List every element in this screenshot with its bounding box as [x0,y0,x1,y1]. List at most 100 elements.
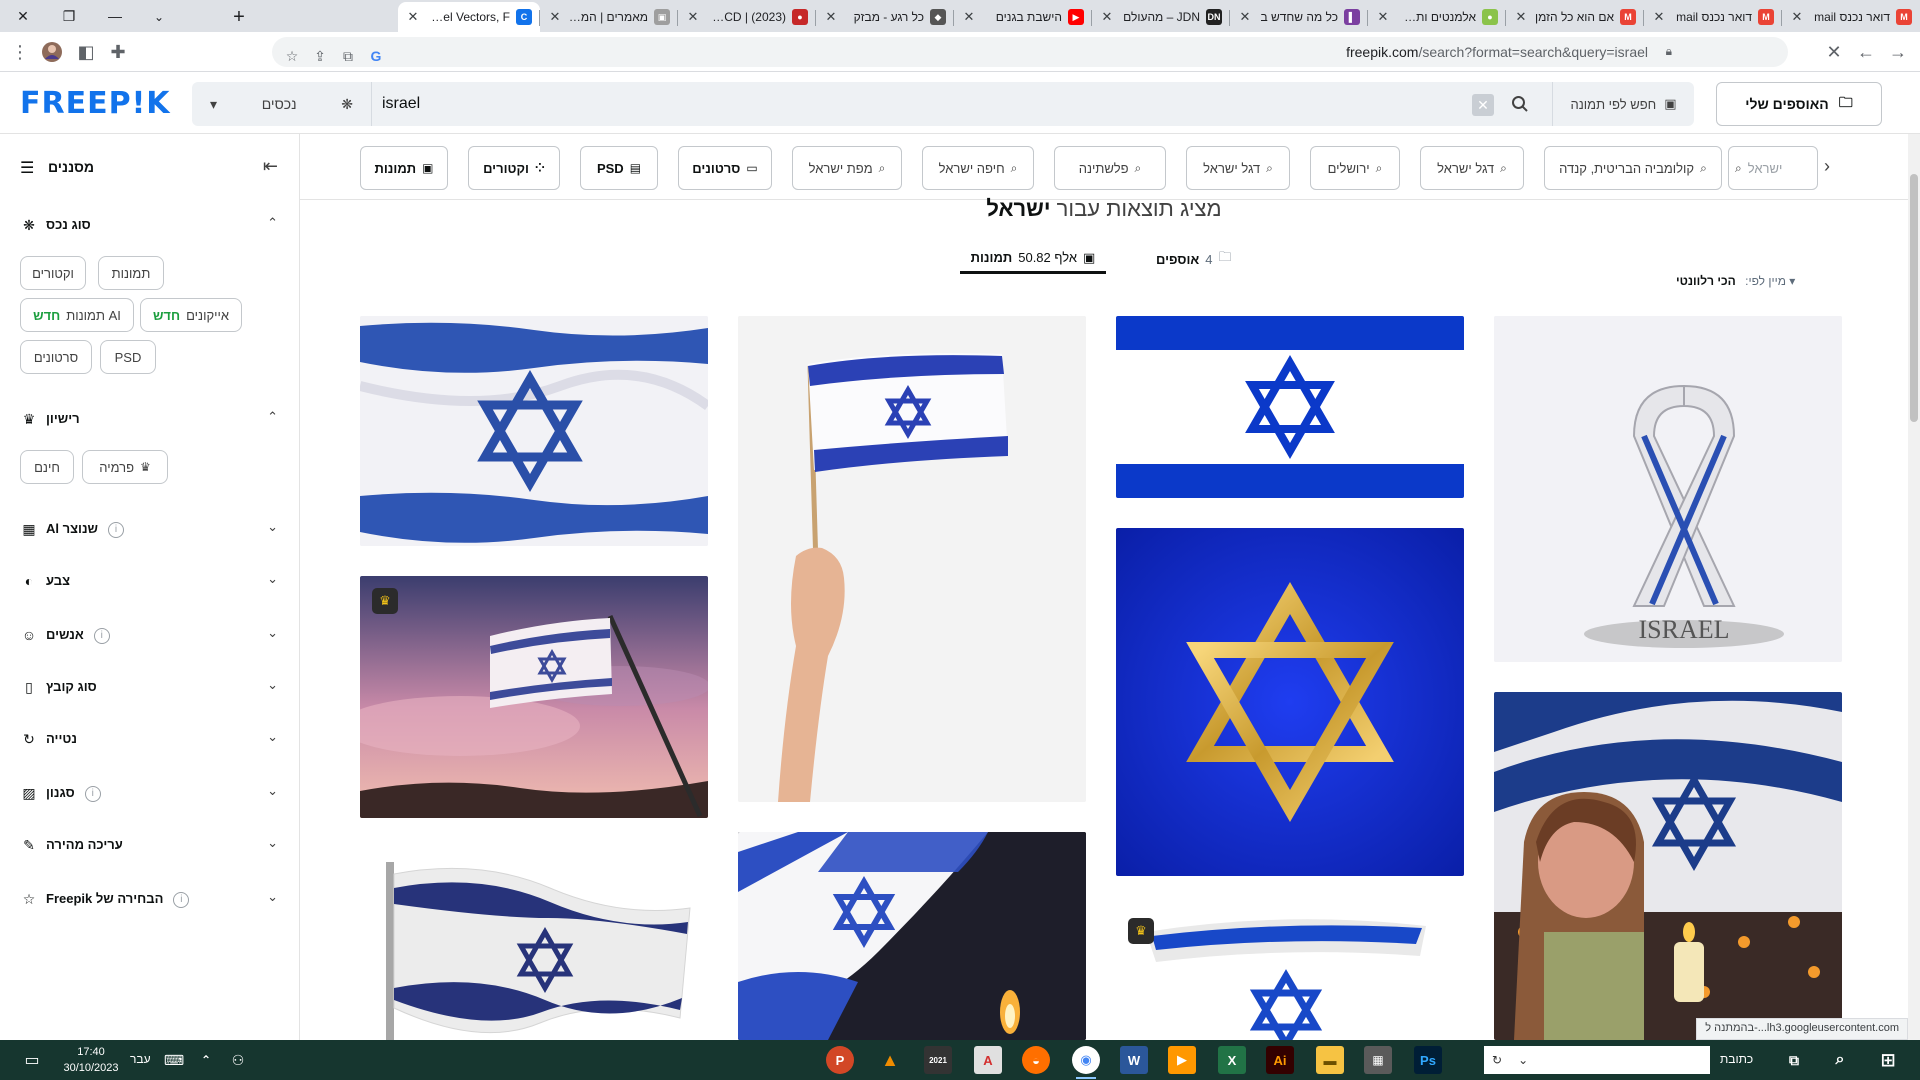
close-icon[interactable]: ✕ [1376,9,1390,25]
result-image-brush-flag[interactable]: ♛ [1116,906,1464,1040]
tag-related[interactable]: פלשתינה ⌕ [1054,146,1166,190]
tag-related[interactable]: ירושלים ⌕ [1310,146,1400,190]
share-icon[interactable]: ⇪ [310,46,330,66]
omnibox[interactable]: ☆ ⇪ ⧉ G freepik.com/search?format=search… [272,37,1788,67]
app-swirl-icon[interactable]: ◒ [1022,1046,1050,1074]
close-icon[interactable]: ✕ [1514,9,1528,25]
section-license[interactable]: ♛ רישיון ⌃ [20,406,278,432]
chip-premium[interactable]: פרמיה ♛ [82,450,168,484]
result-image-gold-star[interactable] [1116,528,1464,876]
browser-tab[interactable]: DN JDN – מהעולם ✕ [1092,2,1230,32]
new-tab-plus-icon[interactable]: + [226,4,252,30]
close-icon[interactable]: ✕ [1100,9,1114,25]
section-asset-type[interactable]: ❋ סוג נכס ⌃ [20,212,278,238]
result-image-flat-flag[interactable] [1116,316,1464,498]
keyboard-icon[interactable]: ⌨ [160,1046,188,1074]
browser-tab[interactable]: ▌ כל מה שחדש ב ✕ [1230,2,1368,32]
tag-related[interactable]: חיפה ישראל ⌕ [922,146,1034,190]
section-color[interactable]: ◐ צבע ⌄ [20,568,278,594]
result-image-waving-flag[interactable] [360,316,708,546]
input-language[interactable]: עבר [130,1052,151,1066]
info-icon[interactable]: i [108,521,125,538]
chip-photos[interactable]: תמונות [98,256,164,290]
my-collections-button[interactable]: האוספים שלי 🗀 [1716,82,1882,126]
browser-tab[interactable]: ◆ כל רגע - מבזק ✕ [816,2,954,32]
clear-search-icon[interactable]: ✕ [1472,94,1494,116]
tag-photos[interactable]: תמונות ▣ [360,146,448,190]
browser-tab[interactable]: M דואר נכנס mail ✕ [1644,2,1782,32]
section-file-type[interactable]: ▯ סוג קובץ ⌄ [20,674,278,700]
info-icon[interactable]: i [173,891,190,908]
install-app-icon[interactable]: ⧉ [338,46,358,66]
result-image-ribbon[interactable]: ISRAEL [1494,316,1842,662]
tag-videos[interactable]: סרטונים ▭ [678,146,772,190]
excel-icon[interactable]: X [1218,1046,1246,1074]
search-icon[interactable] [1508,92,1532,116]
people-icon[interactable]: ⚇ [224,1046,252,1074]
lock-icon[interactable]: 🔒︎ [1666,44,1672,59]
result-image-hand-holding-flag[interactable] [738,316,1086,802]
restore-window-icon[interactable]: ❐ [46,0,92,32]
result-image-flag-candle[interactable] [738,832,1086,1040]
bookmark-star-icon[interactable]: ☆ [282,46,302,66]
sidebar-toggle-icon[interactable]: ◧ [74,40,98,64]
calculator-icon[interactable]: ▦ [1364,1046,1392,1074]
powerpoint-icon[interactable]: P [826,1046,854,1074]
task-view-icon[interactable]: ⧉ [1780,1046,1808,1074]
close-icon[interactable]: ✕ [406,9,420,25]
tag-vectors[interactable]: וקטורים ⁘ [468,146,560,190]
browser-tab[interactable]: M דואר נכנס mail ✕ [1782,2,1920,32]
acrobat-icon[interactable]: A [974,1046,1002,1074]
taskbar-clock[interactable]: 17:40 30/10/2023 [56,1044,126,1076]
browser-tab[interactable]: M אם הוא כל הזמן ✕ [1506,2,1644,32]
close-icon[interactable]: ✕ [1652,9,1666,25]
search-input[interactable] [382,82,1382,126]
search-by-image-button[interactable]: חפש לפי תמונה ▣ [1552,82,1694,126]
menu-dots-icon[interactable]: ⋮ [8,40,32,64]
start-windows-icon[interactable]: ⊞ [1874,1046,1902,1074]
tab-collections[interactable]: אוספים 4 🗀 [1156,244,1232,274]
chip-vectors[interactable]: וקטורים [20,256,86,290]
notifications-icon[interactable]: ▭ [18,1046,46,1074]
close-icon[interactable]: ✕ [1238,9,1252,25]
close-icon[interactable]: ✕ [824,9,838,25]
tag-related[interactable]: ⌕ ישראל [1728,146,1818,190]
chip-videos[interactable]: סרטונים [20,340,92,374]
tab-photos[interactable]: תמונות 50.82 אלף ▣ [960,244,1106,274]
forward-arrow-icon[interactable]: → [1886,40,1910,64]
browser-tab-active[interactable]: C Israel Vectors, F ✕ [398,2,540,32]
result-image-illustration[interactable] [1494,692,1842,1040]
section-quick-edit[interactable]: ✎ עריכה מהירה ⌄ [20,832,278,858]
profile-avatar-icon[interactable] [40,40,64,64]
tag-related[interactable]: דגל ישראל ⌕ [1420,146,1524,190]
browser-tab[interactable]: ▶ הישבת בגנים ✕ [954,2,1092,32]
file-explorer-icon[interactable]: ▬ [1316,1046,1344,1074]
close-icon[interactable]: ✕ [962,9,976,25]
section-orientation[interactable]: ↻ נטייה ⌄ [20,726,278,752]
photoshop-icon[interactable]: Ps [1414,1046,1442,1074]
tag-related[interactable]: מפת ישראל ⌕ [792,146,902,190]
chrome-icon[interactable]: ◉ [1072,1046,1100,1079]
refresh-icon[interactable]: ↻ [1492,1053,1502,1067]
asset-type-select[interactable]: ▾ נכסים ❋ [192,82,372,126]
back-arrow-icon[interactable]: ← [1854,40,1878,64]
browser-tab[interactable]: ▣ מאמרים | המרכז ✕ [540,2,678,32]
freepik-logo[interactable]: FREEP!K [20,86,171,121]
chevron-down-icon[interactable]: ⌄ [1518,1053,1528,1067]
sort-dropdown[interactable]: מיין לפי: הכי רלוונטי ▾ [1676,274,1836,294]
illustrator-icon[interactable]: Ai [1266,1046,1294,1074]
collapse-sidebar-icon[interactable]: ⇤ [263,156,278,177]
chip-psd[interactable]: PSD [100,340,156,374]
browser-tab[interactable]: ● אלמנטים ותמונות ✕ [1368,2,1506,32]
browser-tab[interactable]: ●OCD | (2023) ת✕ [678,2,816,32]
stop-loading-icon[interactable]: ✕ [1822,40,1846,64]
info-icon[interactable]: i [93,627,110,644]
google-icon[interactable]: G [366,46,386,66]
tag-psd[interactable]: PSD ▤ [580,146,658,190]
taskbar-address-input[interactable]: ↻ ⌄ [1484,1046,1710,1074]
tab-search-chevron-icon[interactable]: ⌄ [146,4,172,30]
app-2021-icon[interactable]: 2021 [924,1046,952,1074]
vlc-icon[interactable]: ▲ [876,1046,904,1074]
search-icon[interactable]: ⌕ [1826,1046,1854,1074]
page-scrollbar[interactable] [1908,134,1920,1040]
